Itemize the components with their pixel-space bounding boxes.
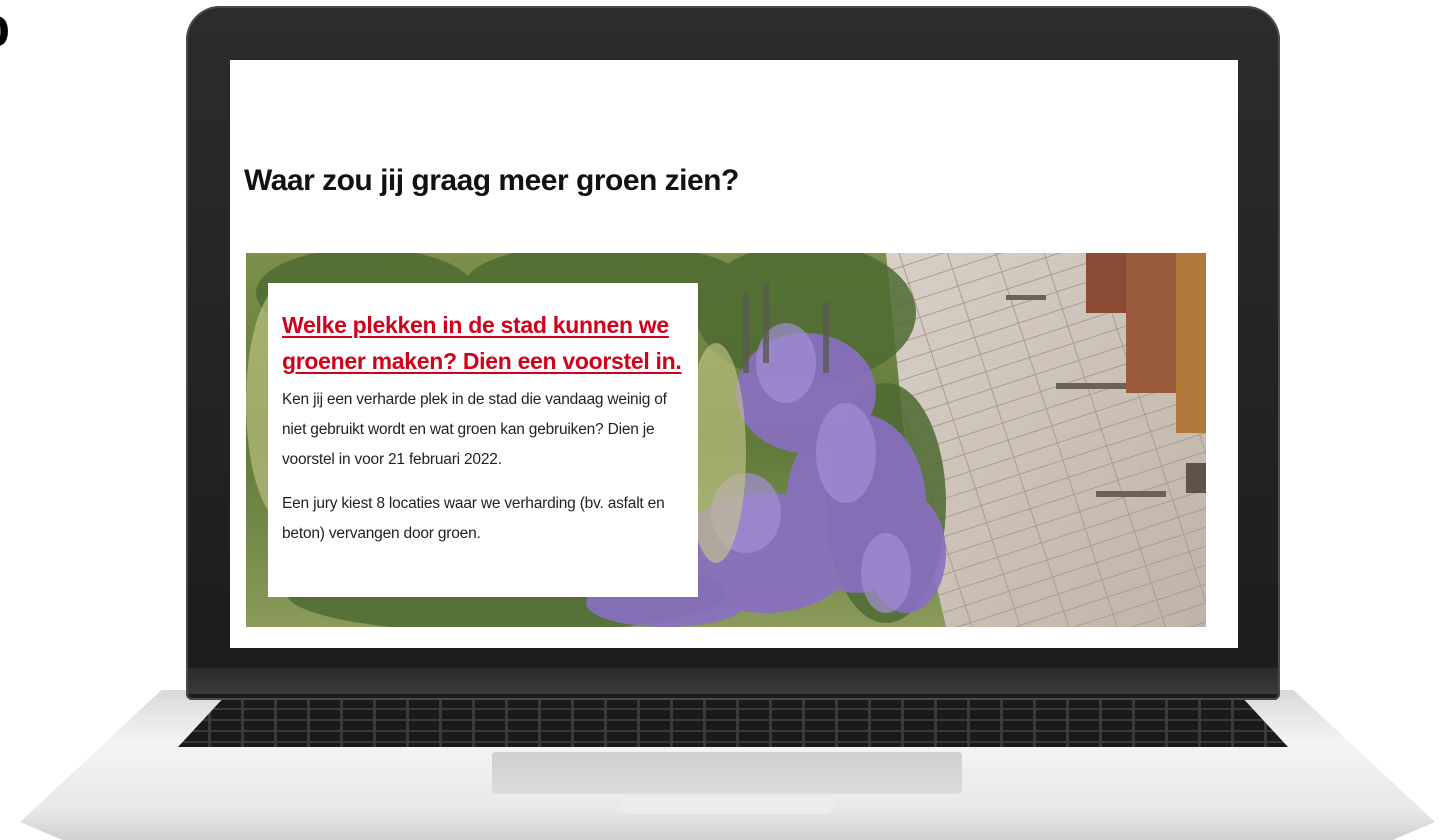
laptop-hinge — [188, 668, 1278, 694]
info-card: Welke plekken in de stad kunnen we groen… — [268, 283, 698, 597]
laptop-trackpad — [492, 752, 962, 794]
device-mockup: 0 Waar zou jij graag meer groen zien? — [0, 0, 1455, 840]
card-paragraph-deadline: Ken jij een verharde plek in de stad die… — [282, 391, 667, 468]
laptop-screen: Waar zou jij graag meer groen zien? Welk… — [230, 60, 1238, 648]
laptop-front-notch — [620, 798, 835, 814]
corner-glyph: 0 — [0, 10, 10, 56]
submit-proposal-link[interactable]: Welke plekken in de stad kunnen we groen… — [282, 307, 682, 379]
laptop-keyboard — [178, 699, 1288, 747]
page-title: Waar zou jij graag meer groen zien? — [244, 164, 739, 197]
card-paragraph-jury: Een jury kiest 8 locaties waar we verhar… — [282, 495, 665, 542]
